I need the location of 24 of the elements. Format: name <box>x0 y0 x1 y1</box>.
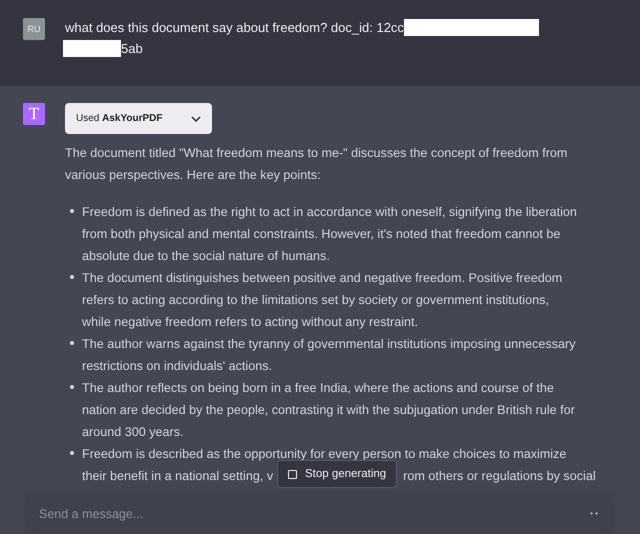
bullet-point-text: their benefit in a national setting, v <box>82 468 274 485</box>
bullet-icon <box>70 385 74 389</box>
bullet-point-text: rom others or regulations by social <box>403 468 596 485</box>
message-input[interactable]: Send a message... <box>27 495 612 532</box>
bullet-icon <box>70 451 74 455</box>
stop-icon <box>288 470 297 478</box>
bullet-point-text: The author warns against the tyranny of governmental institutions imposing unnecessary restrictions on individuals' actions. <box>82 336 577 375</box>
bullet-icon <box>70 275 74 279</box>
bullet-point-text: Freedom is defined as the right to act in accordance with oneself, signifying the liberation from both physical and mental constraints. However, it's noted that freedom cannot be absolute due to the social nature of humans. <box>82 204 578 265</box>
user-message-text: what does this document say about freedom? doc_id: 12cc <box>65 19 404 37</box>
user-message-text: 5ab <box>121 40 143 58</box>
loading-dots-icon <box>590 512 598 515</box>
plugin-dropdown[interactable]: Used AskYourPDF <box>65 103 212 134</box>
stop-generating-button[interactable]: Stop generating <box>277 460 398 488</box>
bullet-point-text: The document distinguishes between positive and negative freedom. Positive freedom refers to acting according to the limitations set by society or government institutions, while negative freedom refers to acting without any restraint. <box>82 270 564 331</box>
chevron-icon <box>191 116 201 122</box>
bullet-point-text: Freedom is described as the opportunity for every person to make choices to maximize <box>82 446 566 463</box>
response-paragraph: The document titled "What freedom means to me-" discusses the concept of freedom from various perspectives. Here are the key points: <box>65 145 568 184</box>
user-avatar: RU <box>23 18 45 40</box>
bullet-icon <box>70 209 74 213</box>
redaction-bar <box>63 40 121 57</box>
assistant-avatar: T <box>23 103 45 125</box>
bullet-point-text: The author reflects on being born in a free India, where the actions and course of the nation are decided by the people, contrasting it with the subjugation under British rule for around 300 years. <box>82 380 576 441</box>
bullet-icon <box>70 341 74 345</box>
